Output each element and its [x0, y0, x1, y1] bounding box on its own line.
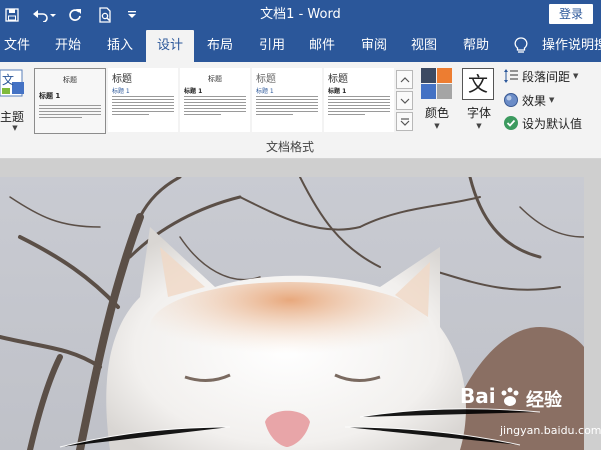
paragraph-spacing-label: 段落间距	[522, 69, 571, 84]
tab-review[interactable]: 审阅	[354, 30, 394, 62]
style-set-item[interactable]: 标题 标题 1	[108, 68, 178, 132]
themes-caret-icon: ▼	[12, 124, 18, 132]
fonts-caret-icon: ▼	[476, 122, 482, 130]
colors-caret-icon: ▼	[434, 122, 440, 130]
style-item-heading: 标题 1	[112, 88, 130, 95]
lightbulb-icon[interactable]	[513, 37, 529, 59]
tab-insert[interactable]: 插入	[100, 30, 140, 62]
tab-references[interactable]: 引用	[252, 30, 292, 62]
chevron-up-icon	[400, 76, 409, 82]
effects-icon	[503, 92, 519, 108]
chevron-down-icon: ▼	[573, 72, 579, 80]
colors-label: 颜色	[424, 106, 449, 120]
color-palette-icon	[421, 68, 452, 99]
style-set-item[interactable]: 标题 标题 1	[34, 68, 106, 134]
fonts-button[interactable]: 文 字体 ▼	[461, 68, 497, 130]
colors-button[interactable]: 颜色 ▼	[420, 68, 454, 130]
style-set-item[interactable]: 标题 标题 1	[324, 68, 394, 132]
title-bar: 文档1 - Word 登录	[0, 0, 601, 30]
effects-label: 效果	[522, 93, 547, 108]
set-as-default-label: 设为默认值	[522, 116, 583, 131]
baidu-watermark: Bai 经验 jingyan.baidu.com	[460, 384, 601, 444]
design-ribbon: 文 主题 ▼ 标题 标题 1 标题 标题 1 标题 标题 1 标题 标题 1 标…	[0, 62, 601, 159]
paragraph-spacing-icon	[503, 68, 519, 84]
login-button[interactable]: 登录	[549, 4, 593, 24]
chevron-down-icon	[400, 98, 409, 104]
gallery-scroll	[396, 70, 413, 131]
tab-mailings[interactable]: 邮件	[302, 30, 342, 62]
style-item-title: 标题	[208, 75, 222, 83]
tell-me-search[interactable]: 操作说明搜	[542, 30, 601, 62]
tab-view[interactable]: 视图	[404, 30, 444, 62]
style-item-title: 标题	[256, 74, 276, 85]
set-as-default-button[interactable]: 设为默认值	[503, 113, 582, 133]
ribbon-tabs: 文件 开始 插入 设计 布局 引用 邮件 审阅 视图 帮助 操作说明搜	[0, 30, 601, 64]
style-set-item[interactable]: 标题 标题 1	[252, 68, 322, 132]
themes-glyph: 文	[2, 73, 15, 87]
paragraph-spacing-button[interactable]: 段落间距 ▼	[503, 66, 578, 86]
watermark-url: jingyan.baidu.com	[500, 424, 601, 437]
style-item-title: 标题	[112, 74, 132, 85]
themes-button[interactable]: 文 主题 ▼	[0, 68, 30, 132]
style-item-title: 标题	[63, 76, 77, 84]
watermark-brand: Bai	[460, 384, 496, 408]
tab-home[interactable]: 开始	[48, 30, 88, 62]
style-item-heading: 标题 1	[328, 88, 347, 95]
tab-layout[interactable]: 布局	[200, 30, 240, 62]
tab-design[interactable]: 设计	[146, 30, 194, 64]
gallery-down-button[interactable]	[396, 91, 413, 110]
gallery-up-button[interactable]	[396, 70, 413, 89]
more-icon	[400, 117, 409, 126]
style-set-gallery: 标题 标题 1 标题 标题 1 标题 标题 1 标题 标题 1 标题 标题 1	[34, 68, 394, 134]
watermark-suffix: 经验	[526, 390, 562, 411]
style-item-title: 标题	[328, 74, 348, 85]
font-glyph-icon: 文	[462, 68, 494, 100]
document-formatting-group-label: 文档格式	[265, 140, 314, 154]
document-title: 文档1 - Word	[260, 7, 341, 22]
effects-button[interactable]: 效果 ▼	[503, 90, 554, 110]
checkmark-icon	[503, 115, 519, 131]
style-item-heading: 标题 1	[256, 88, 274, 95]
paw-icon	[498, 386, 522, 414]
chevron-down-icon: ▼	[549, 96, 555, 104]
themes-label: 主题	[0, 110, 25, 124]
fonts-label: 字体	[466, 106, 491, 120]
style-set-item[interactable]: 标题 标题 1	[180, 68, 250, 132]
style-item-heading: 标题 1	[39, 92, 61, 100]
tab-file[interactable]: 文件	[0, 30, 34, 62]
tab-help[interactable]: 帮助	[456, 30, 496, 62]
style-item-heading: 标题 1	[184, 88, 203, 95]
gallery-more-button[interactable]	[396, 112, 413, 131]
